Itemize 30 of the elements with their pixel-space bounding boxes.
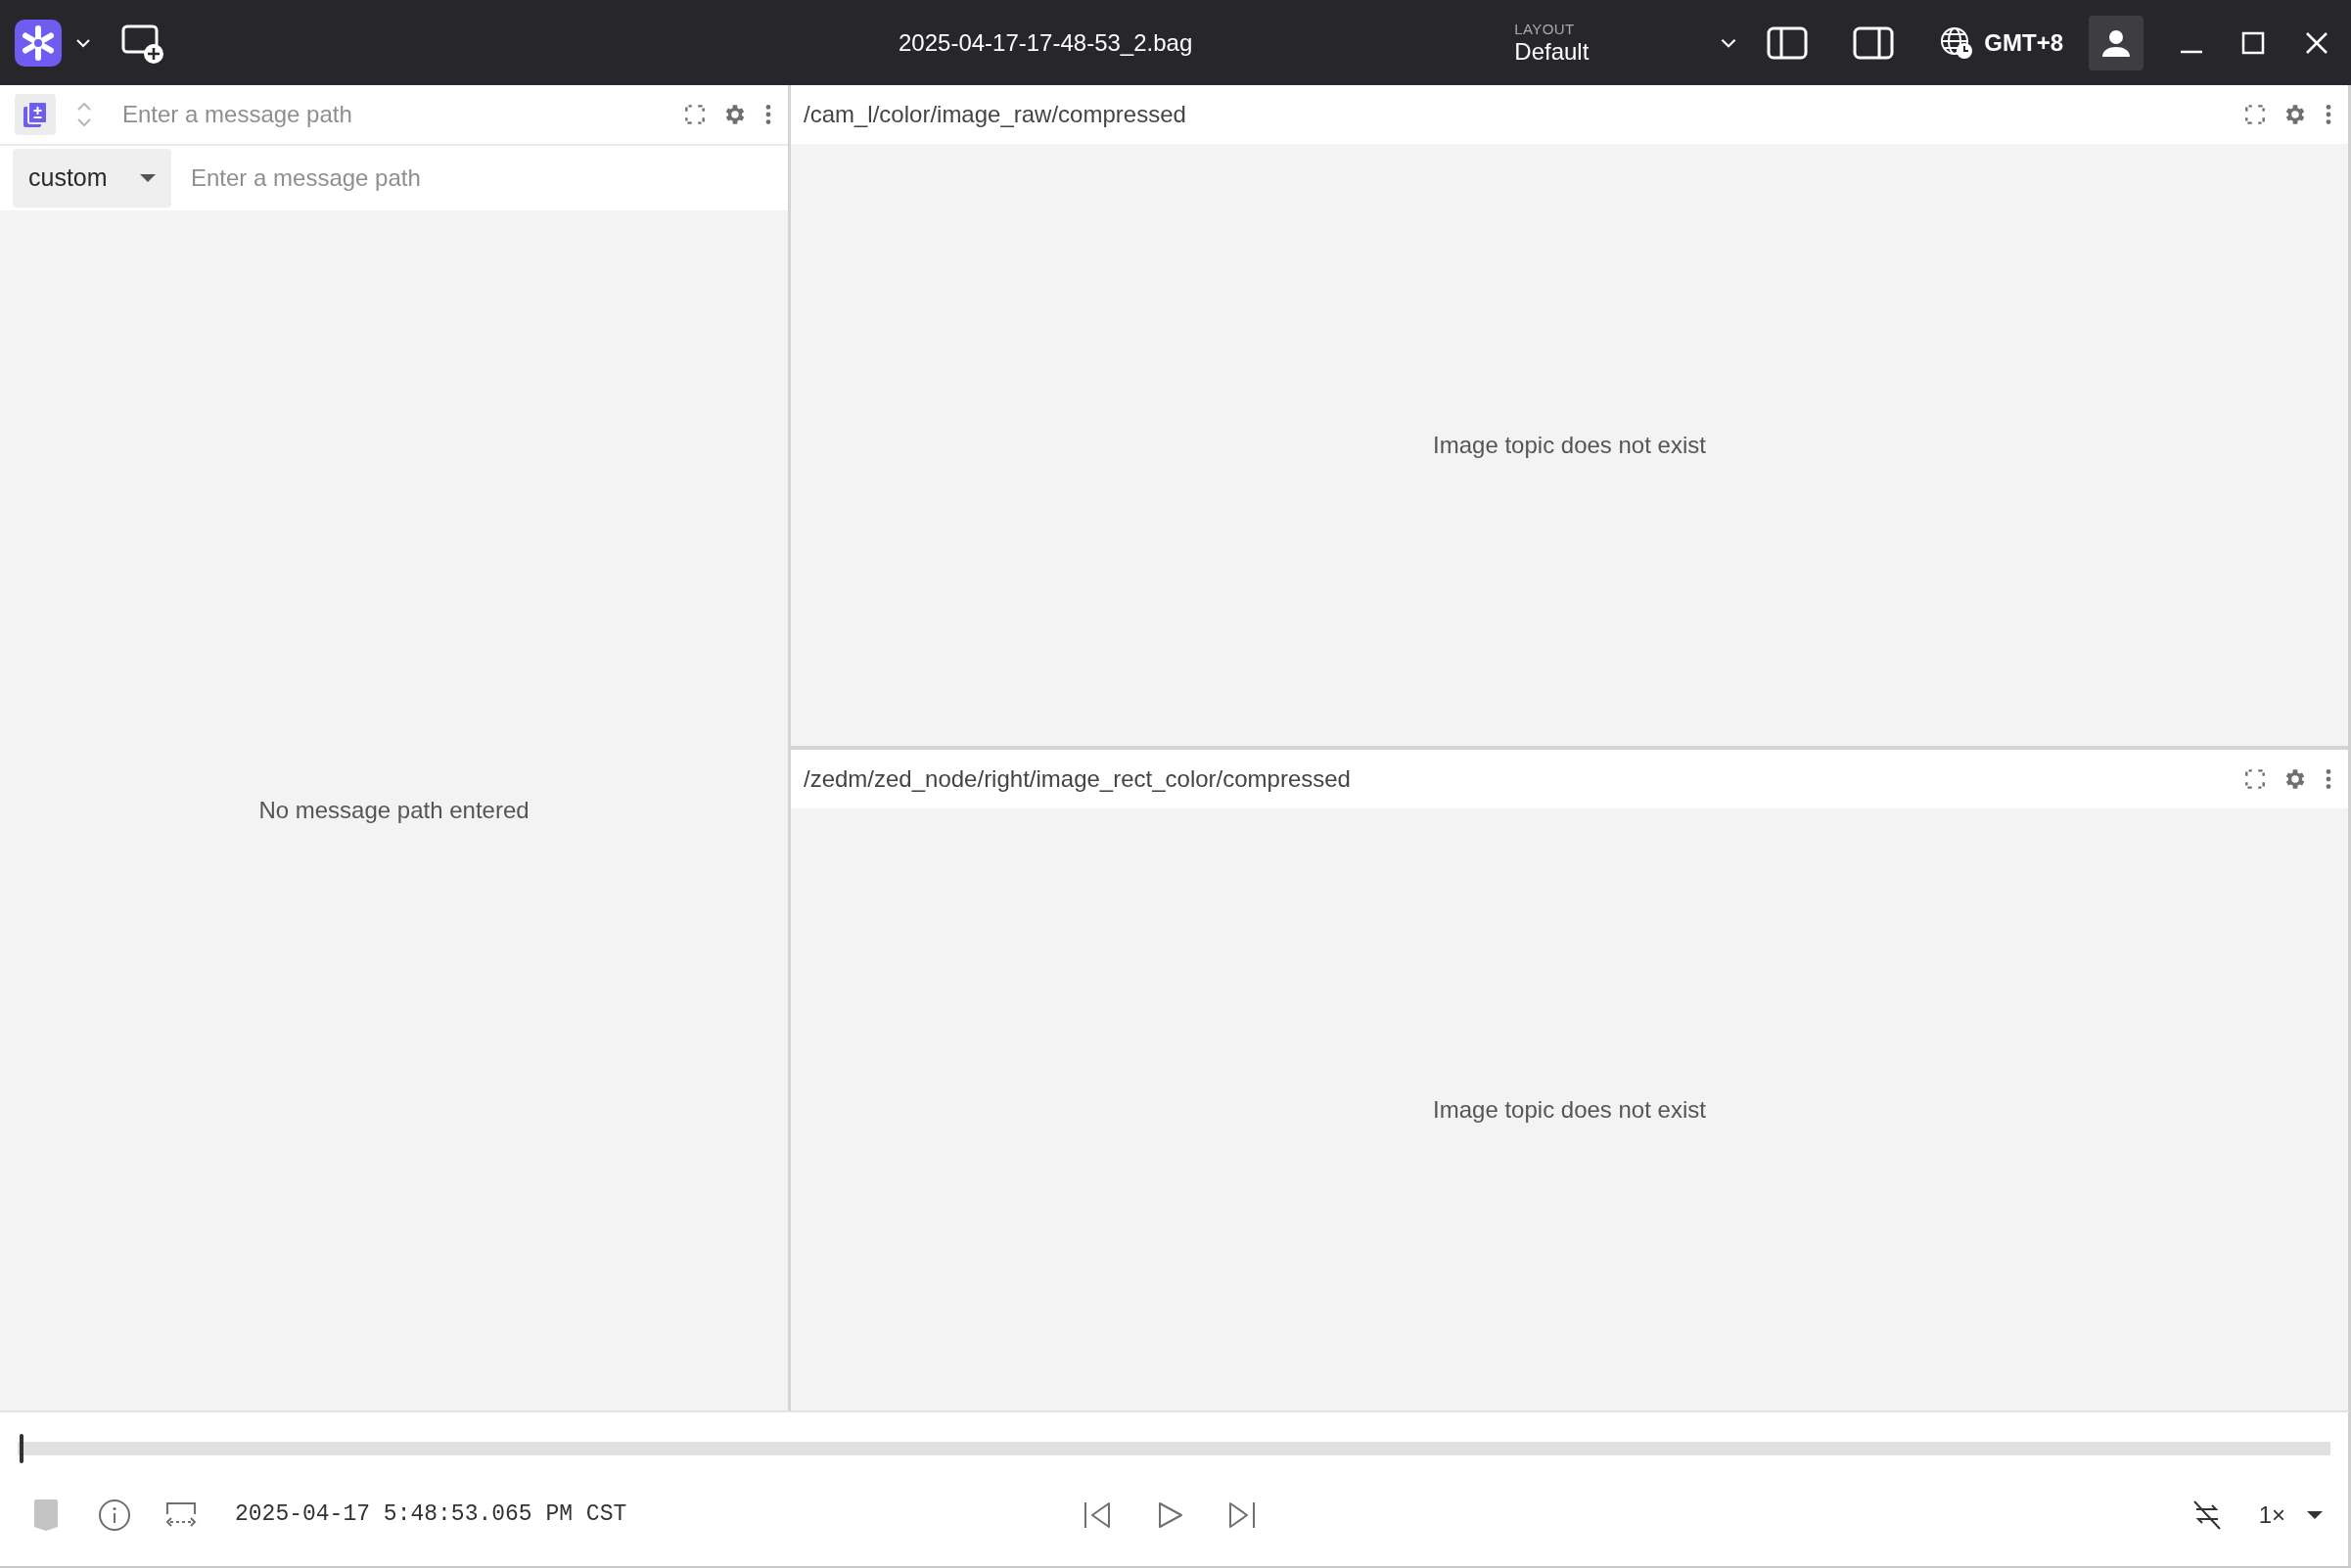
caret-down-icon xyxy=(140,174,156,182)
speed-dropdown[interactable]: 1× xyxy=(2258,1497,2323,1533)
message-path-field[interactable]: Enter a message path xyxy=(171,146,788,210)
message-path-field[interactable]: Enter a message path xyxy=(93,85,682,144)
fullscreen-icon[interactable] xyxy=(2242,766,2268,792)
fullscreen-icon[interactable] xyxy=(2242,102,2268,127)
empty-state-message: Image topic does not exist xyxy=(1433,1094,1706,1125)
info-icon[interactable] xyxy=(98,1498,131,1532)
left-sidebar-icon[interactable] xyxy=(1767,25,1809,60)
timeline-slider[interactable] xyxy=(18,1434,2330,1463)
account-button[interactable] xyxy=(2089,15,2144,70)
layout-name: Default xyxy=(1514,37,1590,66)
layout-dropdown[interactable]: LAYOUT Default xyxy=(1514,20,1750,66)
maximize-icon[interactable] xyxy=(2241,30,2265,55)
add-series-button[interactable] xyxy=(15,94,56,135)
playhead-marker[interactable] xyxy=(20,1434,23,1463)
timezone-button[interactable]: GMT+8 xyxy=(1939,24,2063,61)
close-icon[interactable] xyxy=(2304,29,2329,56)
globe-clock-icon xyxy=(1939,24,1975,61)
caret-down-icon xyxy=(2307,1510,2323,1519)
layout-label: LAYOUT xyxy=(1514,20,1576,38)
empty-state-message: No message path entered xyxy=(258,796,530,825)
file-title: 2025-04-17-17-48-53_2.bag xyxy=(899,27,1193,58)
person-icon xyxy=(2101,27,2131,58)
fullscreen-icon[interactable] xyxy=(682,102,708,127)
right-sidebar-icon[interactable] xyxy=(1853,25,1895,60)
series-type-dropdown[interactable]: custom xyxy=(13,149,171,208)
app-logo-icon[interactable] xyxy=(15,19,62,67)
empty-state-message: Image topic does not exist xyxy=(1433,430,1706,460)
playback-timestamp: 2025-04-17 5:48:53.065 PM CST xyxy=(235,1500,627,1530)
